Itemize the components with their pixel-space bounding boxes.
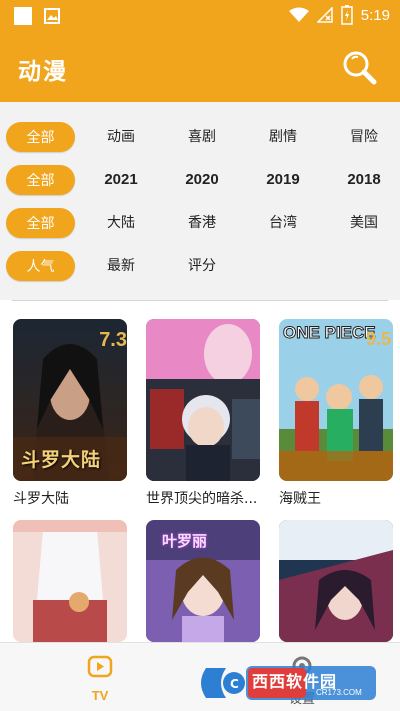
anime-card[interactable] [13, 520, 127, 649]
anime-card[interactable]: 叶罗丽 [146, 520, 260, 649]
filter-year-all[interactable]: 全部 [6, 165, 75, 195]
filter-type-all[interactable]: 全部 [6, 122, 75, 152]
poster-title-art: ONE PIECE [283, 323, 377, 343]
poster-title-art: 叶罗丽 [162, 532, 208, 550]
filter-option[interactable]: 2021 [86, 163, 156, 197]
anime-poster[interactable]: 叶罗丽 [146, 520, 260, 642]
filter-row-type: 全部 动画 喜剧 剧情 冒险 [0, 120, 400, 154]
filter-row-year: 全部 2021 2020 2019 2018 [0, 163, 400, 197]
filter-sort-popular[interactable]: 人气 [6, 251, 75, 281]
filter-option[interactable]: 冒险 [329, 120, 399, 154]
signal-icon [316, 7, 333, 23]
filter-row-region: 全部 大陆 香港 台湾 美国 [0, 206, 400, 240]
anime-poster[interactable] [146, 319, 260, 481]
filter-row-sort: 人气 最新 评分 [0, 249, 400, 283]
anime-poster[interactable]: 7.3 斗罗大陆 [13, 319, 127, 481]
watermark-url: CR173.COM [316, 688, 362, 697]
tv-icon [87, 655, 113, 678]
status-bar: 5:19 [0, 0, 400, 34]
nav-tab-tv[interactable]: TV [82, 653, 118, 703]
wifi-icon [288, 7, 309, 22]
filter-option[interactable]: 美国 [329, 206, 399, 240]
search-icon[interactable] [340, 48, 378, 86]
anime-card[interactable] [279, 520, 393, 649]
filter-option[interactable]: 喜剧 [167, 120, 237, 154]
watermark-logo: C 西西软件园 CR173.COM [200, 660, 380, 706]
battery-icon [341, 5, 353, 25]
notification-icon [14, 7, 32, 25]
app-header: 动漫 [0, 34, 400, 102]
divider [12, 300, 388, 301]
anime-title[interactable]: 世界顶尖的暗杀... [146, 488, 264, 508]
filter-option[interactable]: 台湾 [248, 206, 318, 240]
svg-text:C: C [230, 677, 239, 691]
anime-title[interactable]: 海贼王 [279, 488, 397, 508]
page-title: 动漫 [18, 59, 68, 85]
image-icon [44, 8, 60, 24]
anime-poster[interactable]: ONE PIECE 9.5 [279, 319, 393, 481]
nav-tab-label: TV [91, 688, 109, 703]
filter-option[interactable]: 香港 [167, 206, 237, 240]
status-time: 5:19 [360, 6, 390, 24]
score-badge: 7.3 [99, 329, 127, 351]
anime-poster[interactable] [279, 520, 393, 642]
filter-panel: 全部 动画 喜剧 剧情 冒险 全部 2021 2020 2019 2018 全部… [0, 102, 400, 300]
filter-option[interactable]: 动画 [86, 120, 156, 154]
filter-option[interactable]: 2018 [329, 163, 399, 197]
filter-option[interactable]: 2020 [167, 163, 237, 197]
filter-option[interactable]: 大陆 [86, 206, 156, 240]
score-badge: 9.5 [365, 329, 391, 349]
filter-option[interactable]: 评分 [167, 249, 237, 283]
filter-region-all[interactable]: 全部 [6, 208, 75, 238]
filter-option[interactable]: 剧情 [248, 120, 318, 154]
anime-card[interactable]: 世界顶尖的暗杀... [146, 319, 260, 508]
poster-title-art: 斗罗大陆 [21, 449, 102, 471]
filter-option[interactable]: 2019 [248, 163, 318, 197]
anime-title[interactable]: 斗罗大陆 [13, 488, 131, 508]
anime-poster[interactable] [13, 520, 127, 642]
filter-option[interactable]: 最新 [86, 249, 156, 283]
anime-card[interactable]: ONE PIECE 9.5 海贼王 [279, 319, 393, 508]
anime-card[interactable]: 7.3 斗罗大陆 斗罗大陆 [13, 319, 127, 508]
